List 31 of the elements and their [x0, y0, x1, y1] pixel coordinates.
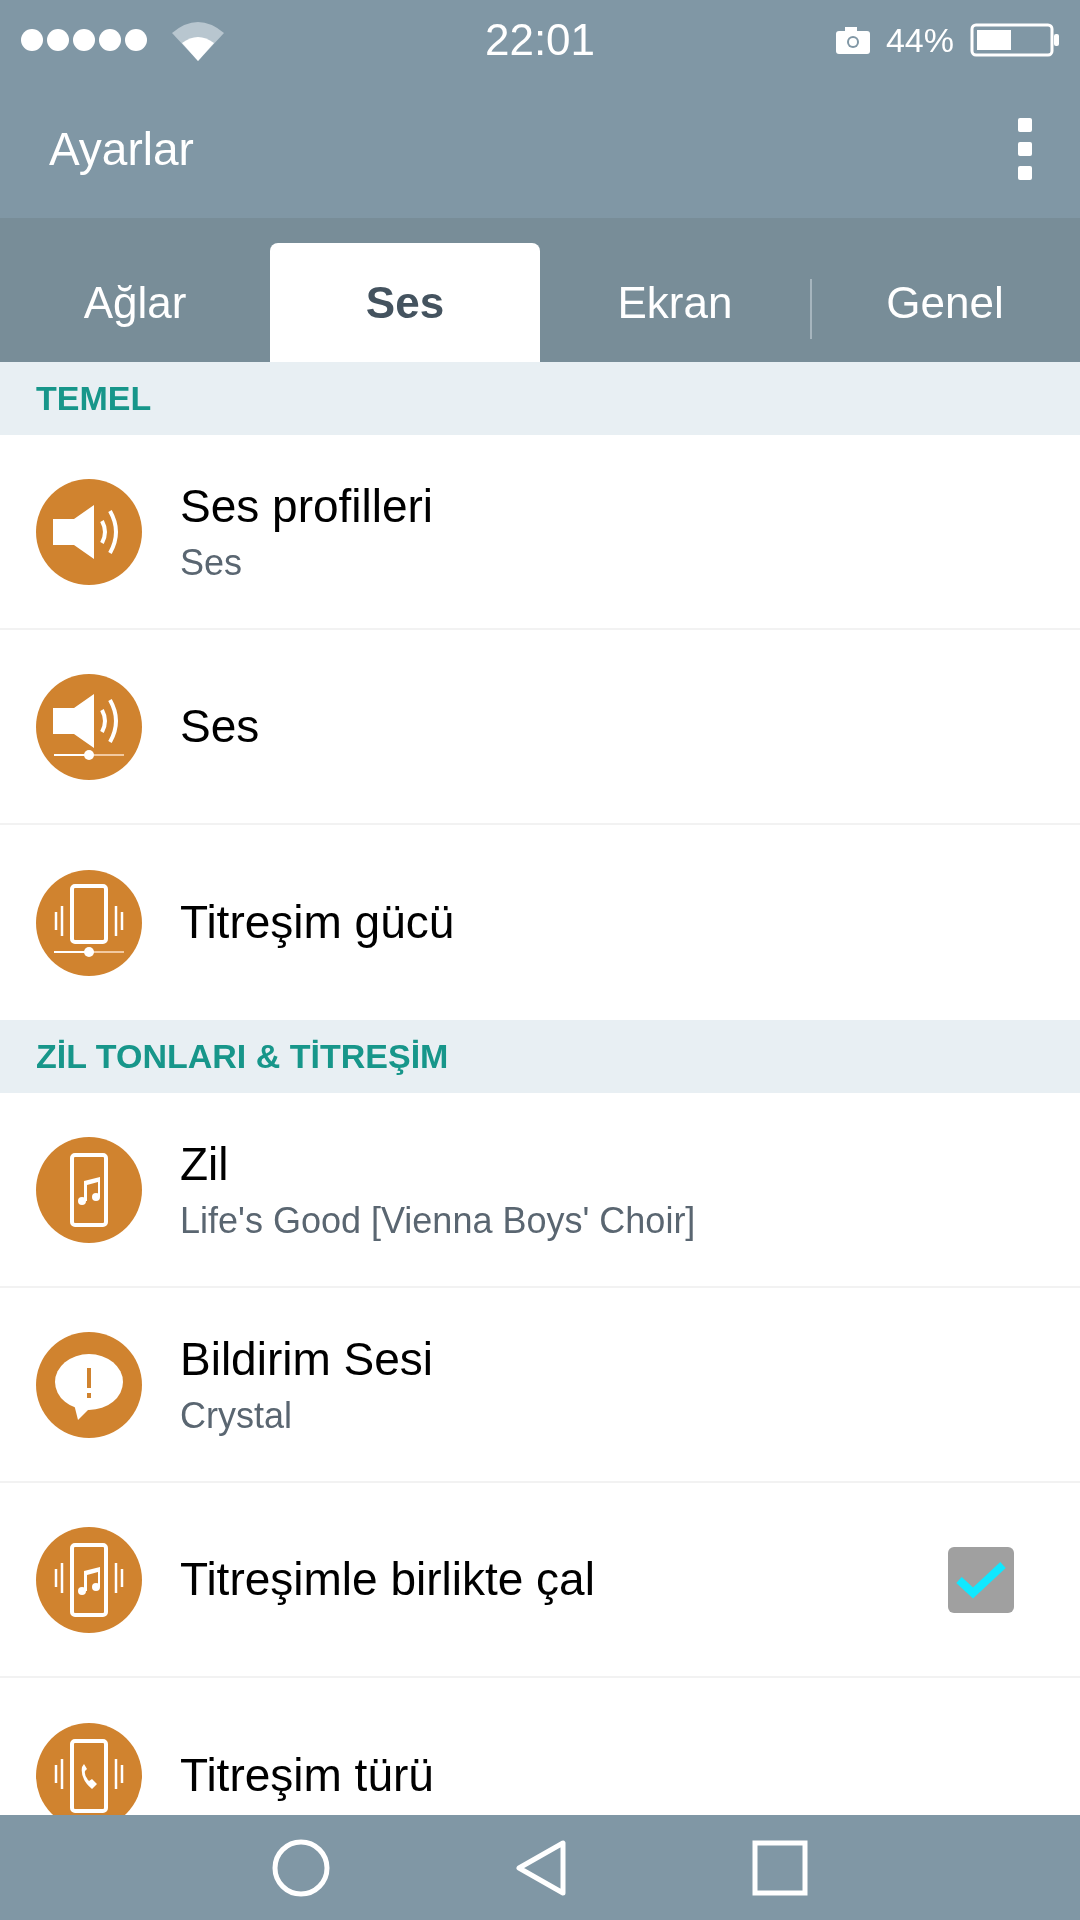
phone-music-icon [36, 1136, 142, 1243]
wifi-icon [170, 19, 226, 61]
row-title: Bildirim Sesi [180, 1332, 435, 1388]
vibrating-phone-music-icon [36, 1526, 142, 1633]
row-title: Titreşim türü [180, 1747, 435, 1803]
row-subtitle: Ses [180, 540, 244, 585]
vibration-slider-icon [36, 869, 142, 976]
row-title: Titreşimle birlikte çal [180, 1551, 596, 1607]
checkbox[interactable] [948, 1546, 1014, 1613]
screen-title: Ayarlar [49, 121, 194, 177]
vibrating-phone-icon [36, 1722, 142, 1815]
speaker-icon [36, 478, 142, 585]
row-title: Titreşim gücü [180, 894, 456, 950]
home-icon[interactable] [272, 1838, 331, 1897]
row-title: Zil [180, 1137, 230, 1193]
chat-alert-icon [36, 1331, 142, 1438]
recent-apps-icon[interactable] [751, 1839, 808, 1896]
checkmark-icon [955, 1559, 1007, 1600]
row-title: Ses [180, 698, 261, 754]
volume-slider-icon [36, 673, 142, 780]
battery-percent: 44% [885, 19, 954, 61]
section-header: TEMEL [0, 362, 1080, 435]
section-header: ZİL TONLARI & TİTREŞİM [0, 1020, 1080, 1093]
tab[interactable]: Ses [270, 243, 540, 362]
back-icon[interactable] [515, 1838, 567, 1897]
battery-icon [970, 23, 1060, 57]
camera-icon [835, 26, 870, 54]
clock: 22:01 [484, 14, 596, 66]
row-subtitle: Life's Good [Vienna Boys' Choir] [180, 1198, 697, 1243]
row-title: Ses profilleri [180, 479, 435, 535]
row-subtitle: Crystal [180, 1393, 293, 1438]
